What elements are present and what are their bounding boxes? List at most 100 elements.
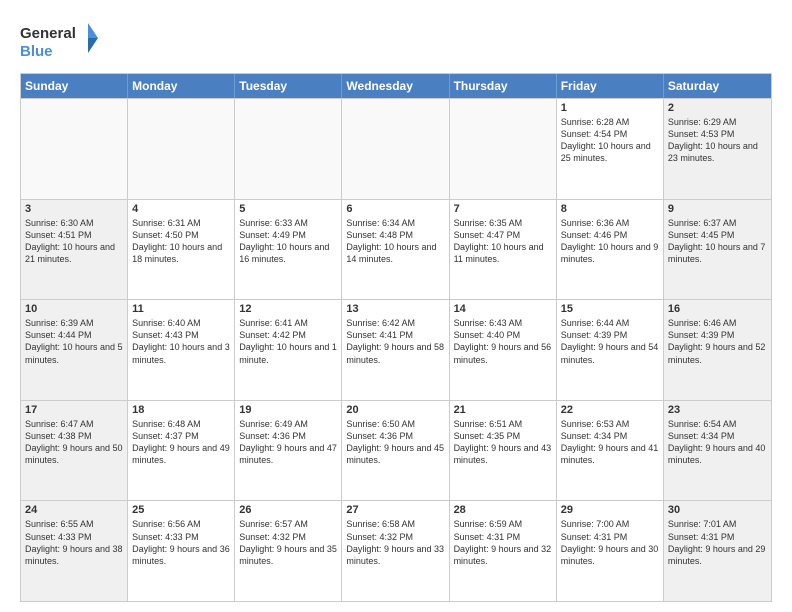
day-number: 11 — [132, 303, 230, 315]
day-number: 14 — [454, 303, 552, 315]
calendar-day-header: Thursday — [450, 74, 557, 98]
day-number: 29 — [561, 504, 659, 516]
day-cell-25: 25 Sunrise: 6:56 AM Sunset: 4:33 PM Dayli… — [128, 501, 235, 601]
day-number: 13 — [346, 303, 444, 315]
day-cell-19: 19 Sunrise: 6:49 AM Sunset: 4:36 PM Dayli… — [235, 401, 342, 501]
day-info: Sunrise: 6:59 AM Sunset: 4:31 PM Dayligh… — [454, 518, 552, 567]
day-number: 19 — [239, 404, 337, 416]
day-cell-15: 15 Sunrise: 6:44 AM Sunset: 4:39 PM Dayli… — [557, 300, 664, 400]
day-number: 16 — [668, 303, 767, 315]
day-cell-11: 11 Sunrise: 6:40 AM Sunset: 4:43 PM Dayli… — [128, 300, 235, 400]
calendar-day-header: Saturday — [664, 74, 771, 98]
day-cell-22: 22Sunrise: 6:53 AM Sunset: 4:34 PM Dayli… — [557, 401, 664, 501]
day-cell-9: 9Sunrise: 6:37 AM Sunset: 4:45 PM Daylig… — [664, 200, 771, 300]
day-info: Sunrise: 6:44 AM Sunset: 4:39 PM Dayligh… — [561, 317, 659, 366]
day-cell-30: 30 Sunrise: 7:01 AM Sunset: 4:31 PM Dayli… — [664, 501, 771, 601]
day-cell-4: 4 Sunrise: 6:31 AM Sunset: 4:50 PM Daylig… — [128, 200, 235, 300]
day-cell-29: 29Sunrise: 7:00 AM Sunset: 4:31 PM Dayli… — [557, 501, 664, 601]
day-info: Sunrise: 6:41 AM Sunset: 4:42 PM Dayligh… — [239, 317, 337, 366]
day-info: Sunrise: 6:29 AM Sunset: 4:53 PM Dayligh… — [668, 116, 767, 165]
logo: General Blue — [20, 18, 100, 63]
day-cell-24: 24 Sunrise: 6:55 AM Sunset: 4:33 PM Dayli… — [21, 501, 128, 601]
day-info: Sunrise: 6:47 AM Sunset: 4:38 PM Dayligh… — [25, 418, 123, 467]
week-row-3: 17Sunrise: 6:47 AM Sunset: 4:38 PM Dayli… — [21, 400, 771, 501]
svg-text:General: General — [20, 25, 76, 42]
day-info: Sunrise: 6:49 AM Sunset: 4:36 PM Dayligh… — [239, 418, 337, 467]
day-number: 2 — [668, 102, 767, 114]
day-number: 15 — [561, 303, 659, 315]
logo-svg: General Blue — [20, 18, 100, 63]
calendar-body: 1Sunrise: 6:28 AM Sunset: 4:54 PM Daylig… — [21, 98, 771, 601]
day-cell-23: 23Sunrise: 6:54 AM Sunset: 4:34 PM Dayli… — [664, 401, 771, 501]
week-row-4: 24 Sunrise: 6:55 AM Sunset: 4:33 PM Dayli… — [21, 500, 771, 601]
calendar-day-header: Monday — [128, 74, 235, 98]
day-number: 10 — [25, 303, 123, 315]
day-number: 25 — [132, 504, 230, 516]
day-info: Sunrise: 6:36 AM Sunset: 4:46 PM Dayligh… — [561, 217, 659, 266]
calendar-day-header: Tuesday — [235, 74, 342, 98]
week-row-2: 10 Sunrise: 6:39 AM Sunset: 4:44 PM Dayli… — [21, 299, 771, 400]
calendar-day-header: Sunday — [21, 74, 128, 98]
day-number: 12 — [239, 303, 337, 315]
day-number: 8 — [561, 203, 659, 215]
day-number: 5 — [239, 203, 337, 215]
day-cell-3: 3Sunrise: 6:30 AM Sunset: 4:51 PM Daylig… — [21, 200, 128, 300]
day-info: Sunrise: 6:43 AM Sunset: 4:40 PM Dayligh… — [454, 317, 552, 366]
day-cell-7: 7Sunrise: 6:35 AM Sunset: 4:47 PM Daylig… — [450, 200, 557, 300]
day-number: 20 — [346, 404, 444, 416]
week-row-1: 3Sunrise: 6:30 AM Sunset: 4:51 PM Daylig… — [21, 199, 771, 300]
day-cell-17: 17Sunrise: 6:47 AM Sunset: 4:38 PM Dayli… — [21, 401, 128, 501]
calendar-day-header: Friday — [557, 74, 664, 98]
day-number: 21 — [454, 404, 552, 416]
day-number: 1 — [561, 102, 659, 114]
day-number: 3 — [25, 203, 123, 215]
day-cell-5: 5 Sunrise: 6:33 AM Sunset: 4:49 PM Daylig… — [235, 200, 342, 300]
empty-cell — [128, 99, 235, 199]
day-info: Sunrise: 7:01 AM Sunset: 4:31 PM Dayligh… — [668, 518, 767, 567]
day-number: 6 — [346, 203, 444, 215]
day-info: Sunrise: 6:56 AM Sunset: 4:33 PM Dayligh… — [132, 518, 230, 567]
empty-cell — [450, 99, 557, 199]
day-cell-28: 28 Sunrise: 6:59 AM Sunset: 4:31 PM Dayli… — [450, 501, 557, 601]
day-info: Sunrise: 6:39 AM Sunset: 4:44 PM Dayligh… — [25, 317, 123, 366]
day-cell-6: 6Sunrise: 6:34 AM Sunset: 4:48 PM Daylig… — [342, 200, 449, 300]
day-cell-20: 20 Sunrise: 6:50 AM Sunset: 4:36 PM Dayli… — [342, 401, 449, 501]
page: General Blue SundayMondayTuesdayWednesda… — [0, 0, 792, 612]
day-info: Sunrise: 6:58 AM Sunset: 4:32 PM Dayligh… — [346, 518, 444, 567]
day-cell-18: 18 Sunrise: 6:48 AM Sunset: 4:37 PM Dayli… — [128, 401, 235, 501]
day-info: Sunrise: 6:55 AM Sunset: 4:33 PM Dayligh… — [25, 518, 123, 567]
day-info: Sunrise: 6:46 AM Sunset: 4:39 PM Dayligh… — [668, 317, 767, 366]
header: General Blue — [20, 18, 772, 63]
empty-cell — [235, 99, 342, 199]
day-cell-13: 13 Sunrise: 6:42 AM Sunset: 4:41 PM Dayli… — [342, 300, 449, 400]
day-number: 30 — [668, 504, 767, 516]
empty-cell — [342, 99, 449, 199]
day-info: Sunrise: 6:31 AM Sunset: 4:50 PM Dayligh… — [132, 217, 230, 266]
day-number: 26 — [239, 504, 337, 516]
day-number: 4 — [132, 203, 230, 215]
day-info: Sunrise: 6:42 AM Sunset: 4:41 PM Dayligh… — [346, 317, 444, 366]
week-row-0: 1Sunrise: 6:28 AM Sunset: 4:54 PM Daylig… — [21, 98, 771, 199]
day-cell-8: 8 Sunrise: 6:36 AM Sunset: 4:46 PM Daylig… — [557, 200, 664, 300]
day-cell-10: 10 Sunrise: 6:39 AM Sunset: 4:44 PM Dayli… — [21, 300, 128, 400]
day-cell-2: 2 Sunrise: 6:29 AM Sunset: 4:53 PM Daylig… — [664, 99, 771, 199]
day-info: Sunrise: 6:51 AM Sunset: 4:35 PM Dayligh… — [454, 418, 552, 467]
day-number: 24 — [25, 504, 123, 516]
day-cell-26: 26 Sunrise: 6:57 AM Sunset: 4:32 PM Dayli… — [235, 501, 342, 601]
day-number: 28 — [454, 504, 552, 516]
day-number: 7 — [454, 203, 552, 215]
day-cell-21: 21 Sunrise: 6:51 AM Sunset: 4:35 PM Dayli… — [450, 401, 557, 501]
day-number: 23 — [668, 404, 767, 416]
day-info: Sunrise: 6:33 AM Sunset: 4:49 PM Dayligh… — [239, 217, 337, 266]
day-info: Sunrise: 6:40 AM Sunset: 4:43 PM Dayligh… — [132, 317, 230, 366]
day-info: Sunrise: 6:48 AM Sunset: 4:37 PM Dayligh… — [132, 418, 230, 467]
day-number: 22 — [561, 404, 659, 416]
day-cell-16: 16 Sunrise: 6:46 AM Sunset: 4:39 PM Dayli… — [664, 300, 771, 400]
day-info: Sunrise: 6:50 AM Sunset: 4:36 PM Dayligh… — [346, 418, 444, 467]
day-info: Sunrise: 6:57 AM Sunset: 4:32 PM Dayligh… — [239, 518, 337, 567]
day-cell-1: 1Sunrise: 6:28 AM Sunset: 4:54 PM Daylig… — [557, 99, 664, 199]
svg-text:Blue: Blue — [20, 43, 53, 60]
day-number: 9 — [668, 203, 767, 215]
day-number: 27 — [346, 504, 444, 516]
day-number: 18 — [132, 404, 230, 416]
